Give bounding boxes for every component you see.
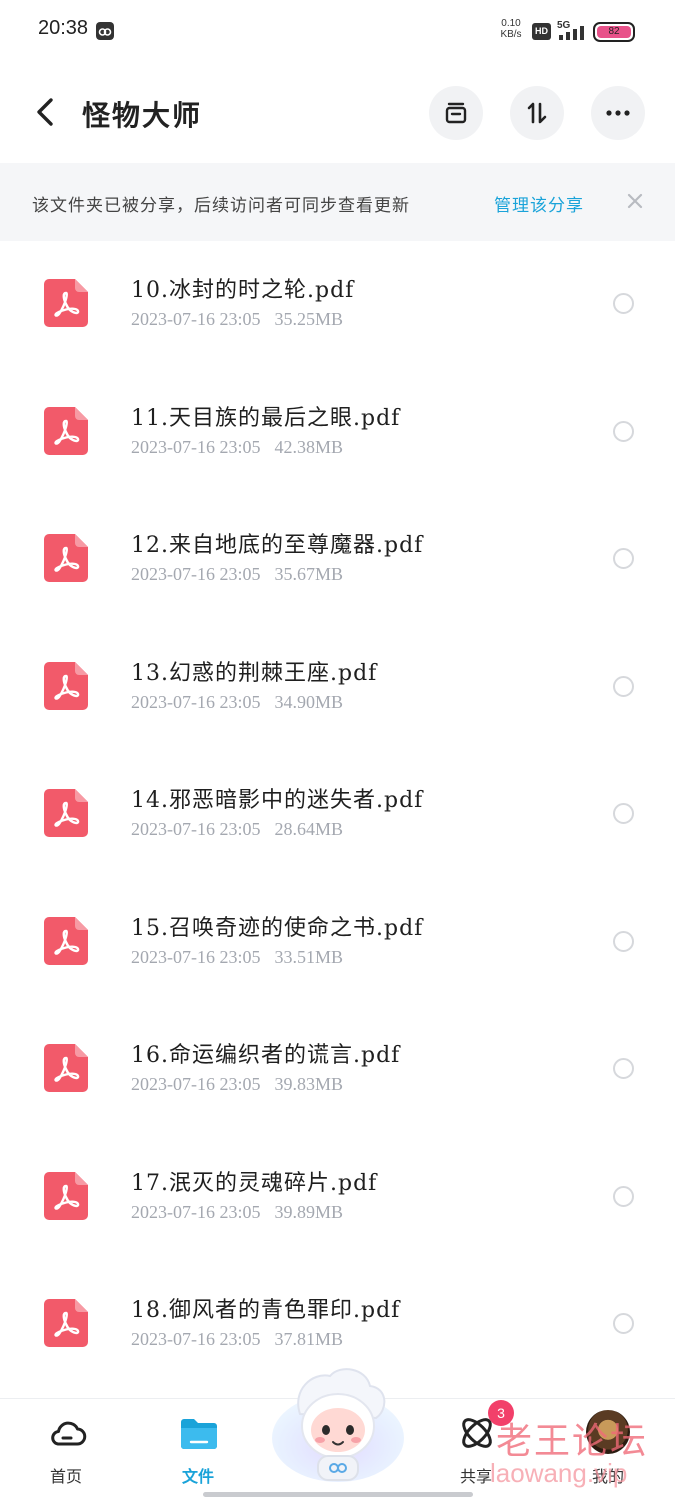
select-radio[interactable] <box>613 420 634 442</box>
nav-label-share: 共享 <box>459 1467 492 1486</box>
file-meta: 2023-07-16 23:05 39.83MB <box>131 1074 343 1095</box>
file-meta: 2023-07-16 23:05 28.64MB <box>131 819 343 840</box>
file-size: 39.89MB <box>274 1201 344 1222</box>
file-meta: 2023-07-16 23:05 42.38MB <box>131 437 343 458</box>
file-row[interactable]: 17.泯灭的灵魂碎片.pdf 2023-07-16 23:05 39.89MB <box>0 1134 675 1261</box>
file-meta: 2023-07-16 23:05 37.81MB <box>131 1329 343 1350</box>
file-name: 14.邪恶暗影中的迷失者.pdf <box>131 788 424 813</box>
manage-share-link[interactable]: 管理该分享 <box>494 191 584 216</box>
select-radio[interactable] <box>613 548 634 569</box>
select-radio[interactable] <box>613 803 634 824</box>
pdf-file-icon <box>44 1171 88 1220</box>
avatar[interactable] <box>586 1410 630 1454</box>
more-icon <box>606 110 630 116</box>
file-row[interactable]: 10.冰封的时之轮.pdf 2023-07-16 23:05 35.25MB <box>0 241 675 368</box>
file-size: 34.90MB <box>274 691 344 712</box>
file-date: 2023-07-16 23:05 <box>131 564 261 584</box>
status-time: 20:38 <box>38 17 89 39</box>
nav-item-home[interactable]: 首页 <box>26 1399 106 1499</box>
assistant-mascot-button[interactable] <box>270 1360 406 1488</box>
file-row[interactable]: 16.命运编织者的谎言.pdf 2023-07-16 23:05 39.83MB <box>0 1006 675 1133</box>
signal-icon: 5G <box>557 20 584 40</box>
pdf-file-icon <box>44 534 88 582</box>
battery-level: 82 <box>597 26 631 38</box>
file-row[interactable]: 11.天目族的最后之眼.pdf 2023-07-16 23:05 42.38MB <box>0 369 675 496</box>
pdf-file-icon <box>44 789 88 837</box>
file-name: 17.泯灭的灵魂碎片.pdf <box>131 1170 378 1196</box>
file-size: 37.81MB <box>274 1329 344 1349</box>
file-date: 2023-07-16 23:05 <box>131 1201 261 1222</box>
select-radio[interactable] <box>613 1313 634 1334</box>
file-name: 18.御风者的青色罪印.pdf <box>131 1298 401 1323</box>
share-count-badge: 3 <box>488 1400 514 1426</box>
page-title: 怪物大师 <box>82 99 203 132</box>
pdf-file-icon <box>44 1044 88 1092</box>
pdf-file-icon <box>44 916 88 965</box>
share-banner: 该文件夹已被分享，后续访问者可同步查看更新 管理该分享 <box>0 163 675 241</box>
nav-label-files: 文件 <box>181 1467 214 1486</box>
file-row[interactable]: 13.幻惑的荆棘王座.pdf 2023-07-16 23:05 34.90MB <box>0 624 675 751</box>
hd-badge: HD <box>532 23 551 40</box>
file-name: 13.幻惑的荆棘王座.pdf <box>131 660 378 686</box>
svg-text:5G: 5G <box>557 20 571 31</box>
file-row[interactable]: 14.邪恶暗影中的迷失者.pdf 2023-07-16 23:05 28.64MB <box>0 751 675 878</box>
battery-indicator: 82 <box>593 22 635 42</box>
file-date: 2023-07-16 23:05 <box>131 1329 261 1349</box>
cloud-app-icon <box>96 22 114 40</box>
file-meta: 2023-07-16 23:05 33.51MB <box>131 947 343 968</box>
file-date: 2023-07-16 23:05 <box>131 691 261 712</box>
archive-icon <box>445 102 467 124</box>
chevron-left-icon[interactable] <box>26 90 66 134</box>
file-name: 11.天目族的最后之眼.pdf <box>131 405 401 431</box>
file-meta: 2023-07-16 23:05 35.25MB <box>131 309 343 330</box>
nav-item-files[interactable]: 文件 <box>158 1399 238 1499</box>
file-size: 35.67MB <box>274 564 344 584</box>
cloud-icon <box>51 1421 87 1446</box>
more-button[interactable] <box>591 86 645 140</box>
select-radio[interactable] <box>613 1185 634 1207</box>
pdf-file-icon <box>44 1299 88 1347</box>
pdf-file-icon <box>44 279 88 327</box>
file-meta: 2023-07-16 23:05 35.67MB <box>131 564 343 585</box>
file-name: 12.来自地底的至尊魔器.pdf <box>131 533 424 558</box>
file-date: 2023-07-16 23:05 <box>131 1074 261 1094</box>
select-radio[interactable] <box>613 675 634 697</box>
file-meta: 2023-07-16 23:05 34.90MB <box>131 692 343 713</box>
file-date: 2023-07-16 23:05 <box>131 436 261 457</box>
file-row[interactable]: 12.来自地底的至尊魔器.pdf 2023-07-16 23:05 35.67MB <box>0 496 675 623</box>
network-speed: 0.10 KB/s <box>500 18 522 40</box>
folder-icon <box>181 1419 217 1449</box>
home-indicator[interactable] <box>203 1492 473 1497</box>
close-icon[interactable] <box>622 188 648 214</box>
nav-label-mine: 我的 <box>591 1467 624 1486</box>
file-date: 2023-07-16 23:05 <box>131 819 261 839</box>
archive-button[interactable] <box>429 86 483 140</box>
sort-button[interactable] <box>510 86 564 140</box>
file-date: 2023-07-16 23:05 <box>131 946 261 967</box>
file-size: 33.51MB <box>274 946 344 967</box>
file-name: 15.召唤奇迹的使命之书.pdf <box>131 915 424 941</box>
app-header: 怪物大师 <box>0 72 675 154</box>
pdf-file-icon <box>44 406 88 455</box>
pdf-file-icon <box>44 661 88 710</box>
file-size: 42.38MB <box>274 436 344 457</box>
file-size: 28.64MB <box>274 819 344 839</box>
file-meta: 2023-07-16 23:05 39.89MB <box>131 1202 343 1223</box>
file-name: 16.命运编织者的谎言.pdf <box>131 1043 401 1068</box>
sort-icon <box>527 102 547 124</box>
file-date: 2023-07-16 23:05 <box>131 309 261 329</box>
file-name: 10.冰封的时之轮.pdf <box>131 278 355 303</box>
select-radio[interactable] <box>613 1058 634 1079</box>
select-radio[interactable] <box>613 930 634 952</box>
nav-label-home: 首页 <box>49 1467 82 1486</box>
file-size: 39.83MB <box>274 1074 344 1094</box>
select-radio[interactable] <box>613 293 634 314</box>
file-row[interactable]: 15.召唤奇迹的使命之书.pdf 2023-07-16 23:05 33.51MB <box>0 879 675 1006</box>
share-banner-text: 该文件夹已被分享，后续访问者可同步查看更新 <box>32 196 410 216</box>
status-bar: 20:38 0.10 KB/s HD 5G 82 <box>0 0 675 62</box>
file-size: 35.25MB <box>274 309 344 329</box>
